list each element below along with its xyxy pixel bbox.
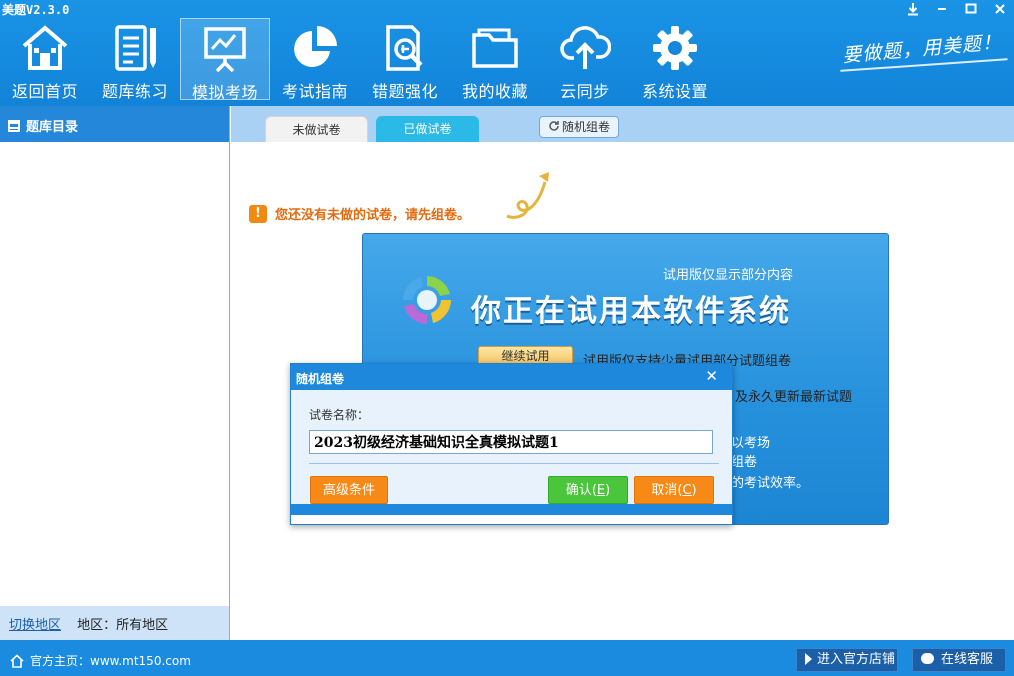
tab-undone-papers[interactable]: 未做试卷 bbox=[265, 116, 368, 142]
random-compose-button[interactable]: 随机组卷 bbox=[539, 116, 619, 138]
cloud-upload-icon bbox=[560, 26, 611, 69]
main-nav: 返回首页 题库练习 模拟考场 考试指南 错题强化 我的收藏 云同步 系统设置 bbox=[0, 18, 720, 102]
nav-settings[interactable]: 系统设置 bbox=[630, 18, 720, 101]
trial-line-3: 以考场 bbox=[731, 436, 771, 451]
close-icon[interactable] bbox=[985, 0, 1014, 18]
homepage-text: 官方主页：www.mt150.com bbox=[30, 654, 191, 668]
warning-text: 您还没有未做的试卷，请先组卷。 bbox=[275, 208, 471, 223]
cancel-label-end: ) bbox=[691, 483, 697, 498]
official-shop-label: 进入官方店铺 bbox=[817, 652, 896, 667]
notebook-pencil-icon bbox=[115, 25, 156, 71]
confirm-label-end: ) bbox=[605, 483, 611, 498]
dialog-header: 随机组卷 ✕ bbox=[291, 364, 732, 390]
nav-practice-label: 题库练习 bbox=[101, 82, 168, 101]
online-service-label: 在线客服 bbox=[941, 652, 994, 667]
window-controls bbox=[898, 0, 1014, 18]
nav-mock-exam[interactable]: 模拟考场 bbox=[180, 18, 270, 102]
dialog-body: 试卷名称： 高级条件 确认(E) 取消(C) bbox=[291, 390, 732, 515]
search-document-icon bbox=[386, 25, 423, 71]
trial-line-4: 组卷 bbox=[731, 455, 758, 470]
pie-chart-icon bbox=[294, 26, 337, 67]
trial-subtitle: 试用版仅显示部分内容 bbox=[663, 268, 794, 283]
status-bar: 官方主页：www.mt150.com 进入官方店铺 在线客服 bbox=[0, 640, 1014, 676]
nav-cloud-sync[interactable]: 云同步 bbox=[540, 18, 630, 101]
refresh-icon bbox=[549, 121, 559, 131]
dialog-close-icon[interactable]: ✕ bbox=[705, 367, 718, 385]
question-bank-sidebar: 题库目录 切换地区 地区：所有地区 bbox=[0, 106, 230, 640]
nav-mock-exam-label: 模拟考场 bbox=[191, 83, 258, 102]
confirm-hotkey: E bbox=[596, 483, 606, 498]
chat-bubble-icon bbox=[921, 653, 934, 664]
random-compose-dialog: 随机组卷 ✕ 试卷名称： 高级条件 确认(E) 取消(C) bbox=[290, 363, 733, 525]
gear-icon bbox=[653, 26, 697, 70]
dialog-divider bbox=[309, 463, 719, 464]
switch-region-link[interactable]: 切换地区 bbox=[9, 618, 61, 633]
dialog-bottom-bar bbox=[291, 504, 732, 515]
cancel-button[interactable]: 取消(C) bbox=[634, 476, 714, 504]
app-title: 美题V2.3.0 bbox=[2, 3, 70, 17]
confirm-button[interactable]: 确认(E) bbox=[548, 476, 628, 504]
nav-home-label: 返回首页 bbox=[11, 82, 78, 101]
presentation-board-icon bbox=[204, 27, 246, 73]
top-bar: 美题V2.3.0 返回首页 题库练习 模拟考场 考试指南 错题强化 我的收藏 云… bbox=[0, 0, 1014, 106]
maximize-icon[interactable] bbox=[956, 0, 985, 18]
advanced-conditions-button[interactable]: 高级条件 bbox=[310, 476, 388, 504]
cancel-label: 取消( bbox=[651, 483, 683, 498]
confirm-label: 确认( bbox=[565, 483, 597, 498]
trial-title: 你正在试用本软件系统 bbox=[471, 294, 791, 329]
random-compose-label: 随机组卷 bbox=[561, 120, 610, 134]
home-icon bbox=[22, 25, 68, 70]
play-arrow-icon bbox=[805, 653, 812, 665]
book-icon bbox=[8, 120, 20, 132]
minimize-icon[interactable] bbox=[927, 0, 956, 18]
nav-settings-label: 系统设置 bbox=[641, 82, 708, 101]
online-service-button[interactable]: 在线客服 bbox=[912, 648, 1006, 672]
home-small-icon bbox=[10, 653, 24, 668]
sidebar-header: 题库目录 bbox=[0, 106, 229, 142]
nav-favorites[interactable]: 我的收藏 bbox=[450, 18, 540, 101]
region-label: 地区：所有地区 bbox=[77, 618, 169, 633]
nav-cloud-sync-label: 云同步 bbox=[560, 82, 610, 101]
sidebar-title: 题库目录 bbox=[26, 120, 79, 135]
nav-practice[interactable]: 题库练习 bbox=[90, 18, 180, 101]
cycle-logo-icon bbox=[403, 276, 451, 324]
nav-home[interactable]: 返回首页 bbox=[0, 18, 90, 101]
folder-icon bbox=[472, 28, 518, 68]
nav-mistakes[interactable]: 错题强化 bbox=[360, 18, 450, 101]
tab-done-papers[interactable]: 已做试卷 bbox=[376, 116, 479, 142]
no-paper-warning: ! 您还没有未做的试卷，请先组卷。 bbox=[249, 204, 470, 223]
trial-line-2: 及永久更新最新试题 bbox=[735, 390, 853, 405]
paper-tabs: 未做试卷 已做试卷 随机组卷 bbox=[231, 106, 1014, 142]
download-icon[interactable] bbox=[898, 0, 927, 18]
curly-arrow-icon bbox=[506, 172, 549, 219]
cancel-hotkey: C bbox=[682, 483, 692, 498]
homepage-link[interactable]: 官方主页：www.mt150.com bbox=[10, 652, 191, 669]
nav-favorites-label: 我的收藏 bbox=[461, 82, 528, 101]
warning-icon: ! bbox=[249, 204, 267, 223]
nav-mistakes-label: 错题强化 bbox=[371, 82, 438, 101]
nav-guide[interactable]: 考试指南 bbox=[270, 18, 360, 101]
nav-guide-label: 考试指南 bbox=[281, 82, 348, 101]
official-shop-button[interactable]: 进入官方店铺 bbox=[796, 648, 898, 672]
region-bar: 切换地区 地区：所有地区 bbox=[0, 606, 229, 640]
paper-name-label: 试卷名称： bbox=[309, 408, 370, 422]
trial-line-5: 的考试效率。 bbox=[731, 476, 810, 491]
paper-name-input[interactable] bbox=[309, 430, 713, 454]
dialog-title: 随机组卷 bbox=[296, 372, 345, 386]
